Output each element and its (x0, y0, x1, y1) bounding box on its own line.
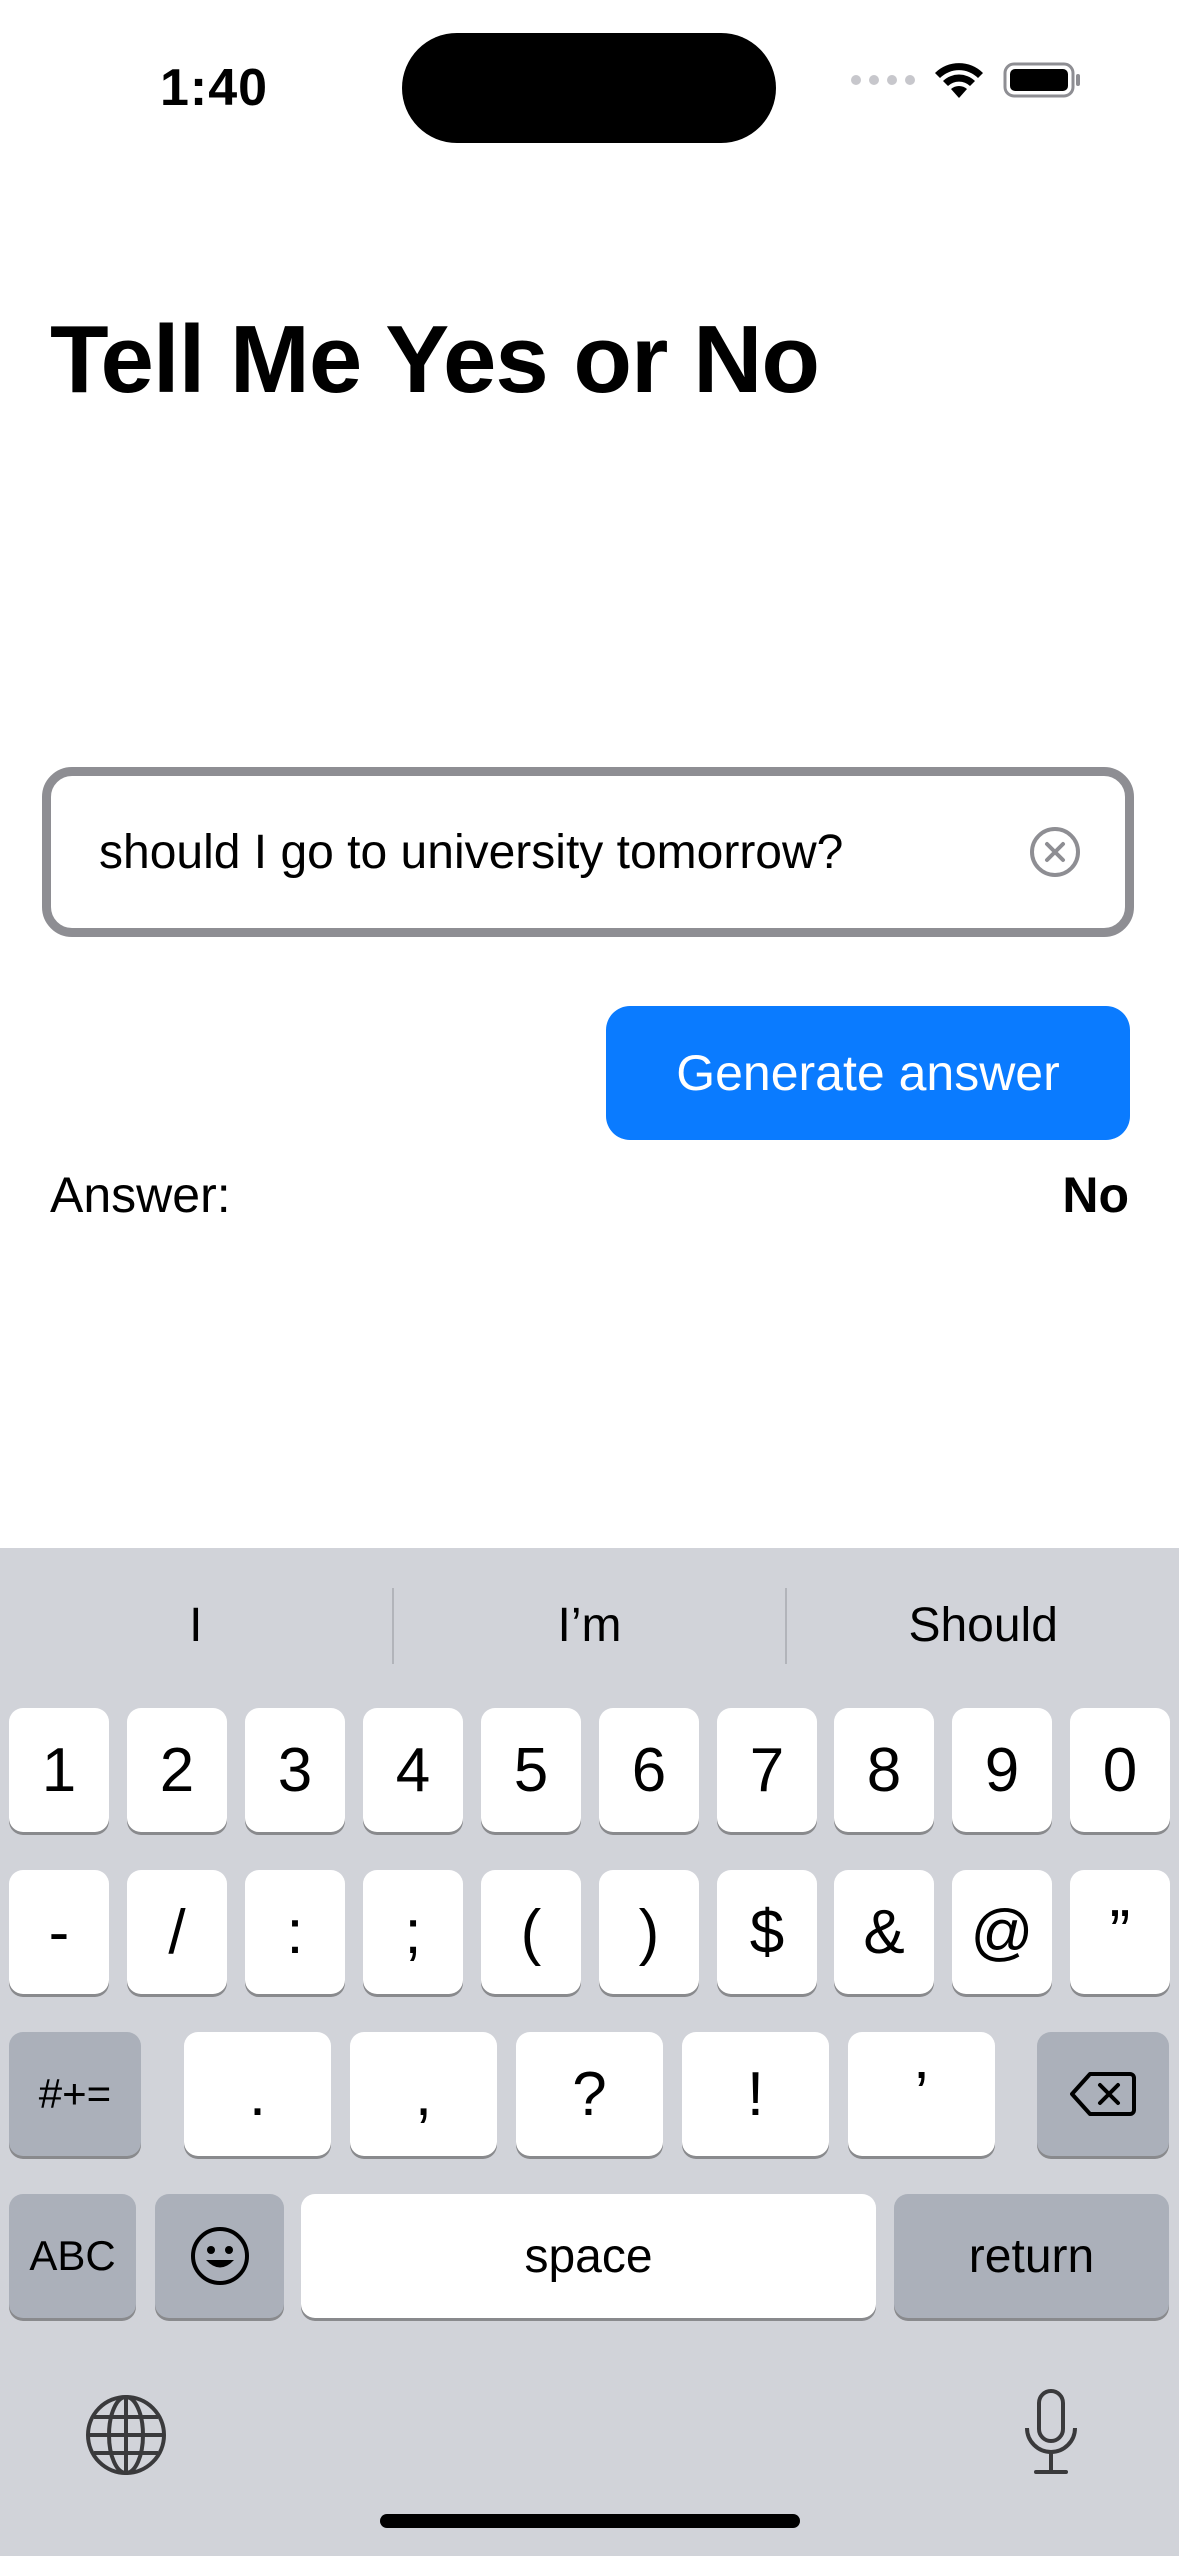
key-5[interactable]: 5 (481, 1708, 581, 1832)
page-title: Tell Me Yes or No (50, 306, 820, 413)
emoji-icon (190, 2227, 249, 2285)
key-comma[interactable]: , (350, 2032, 497, 2156)
key-open-paren[interactable]: ( (481, 1870, 581, 1994)
key-colon[interactable]: : (245, 1870, 345, 1994)
status-time: 1:40 (160, 59, 269, 117)
symbols-toggle-key[interactable]: #+= (9, 2032, 141, 2156)
generate-answer-button[interactable]: Generate answer (606, 1006, 1130, 1140)
key-semicolon[interactable]: ; (363, 1870, 463, 1994)
space-key[interactable]: space (301, 2194, 876, 2318)
suggestion-bar: I I’m Should (0, 1548, 1179, 1703)
key-apostrophe[interactable]: ’ (848, 2032, 995, 2156)
suggestion-item[interactable]: I’m (394, 1598, 786, 1653)
backspace-icon (1070, 2072, 1136, 2116)
abc-key[interactable]: ABC (9, 2194, 136, 2318)
key-2[interactable]: 2 (127, 1708, 227, 1832)
battery-icon (1003, 62, 1080, 98)
key-at[interactable]: @ (952, 1870, 1052, 1994)
key-7[interactable]: 7 (717, 1708, 817, 1832)
backspace-key[interactable] (1037, 2032, 1169, 2156)
keyboard: I I’m Should 1 2 3 4 5 6 7 8 9 0 - / : ;… (0, 1548, 1179, 2556)
clear-icon[interactable] (1029, 826, 1081, 878)
mic-icon[interactable] (1020, 2388, 1082, 2478)
key-question[interactable]: ? (516, 2032, 663, 2156)
home-indicator[interactable] (380, 2514, 800, 2528)
key-3[interactable]: 3 (245, 1708, 345, 1832)
question-input-value[interactable]: should I go to university tomorrow? (99, 825, 1029, 880)
key-slash[interactable]: / (127, 1870, 227, 1994)
key-dollar[interactable]: $ (717, 1870, 817, 1994)
key-ampersand[interactable]: & (834, 1870, 934, 1994)
answer-value: No (1062, 1167, 1129, 1223)
question-input[interactable]: should I go to university tomorrow? (42, 767, 1134, 937)
emoji-key[interactable] (155, 2194, 284, 2318)
dynamic-island (402, 33, 776, 143)
key-close-paren[interactable]: ) (599, 1870, 699, 1994)
key-4[interactable]: 4 (363, 1708, 463, 1832)
key-exclamation[interactable]: ! (682, 2032, 829, 2156)
key-0[interactable]: 0 (1070, 1708, 1170, 1832)
key-8[interactable]: 8 (834, 1708, 934, 1832)
status-icons (851, 60, 1083, 100)
wifi-icon (935, 63, 983, 98)
return-key[interactable]: return (894, 2194, 1169, 2318)
globe-icon[interactable] (84, 2393, 168, 2477)
suggestion-item[interactable]: Should (787, 1598, 1179, 1653)
suggestion-item[interactable]: I (0, 1598, 392, 1653)
key-hyphen[interactable]: - (9, 1870, 109, 1994)
key-6[interactable]: 6 (599, 1708, 699, 1832)
key-period[interactable]: . (184, 2032, 331, 2156)
answer-label: Answer: (50, 1167, 231, 1223)
key-1[interactable]: 1 (9, 1708, 109, 1832)
key-9[interactable]: 9 (952, 1708, 1052, 1832)
key-quote[interactable]: ” (1070, 1870, 1170, 1994)
cellular-signal-icon (851, 75, 915, 85)
